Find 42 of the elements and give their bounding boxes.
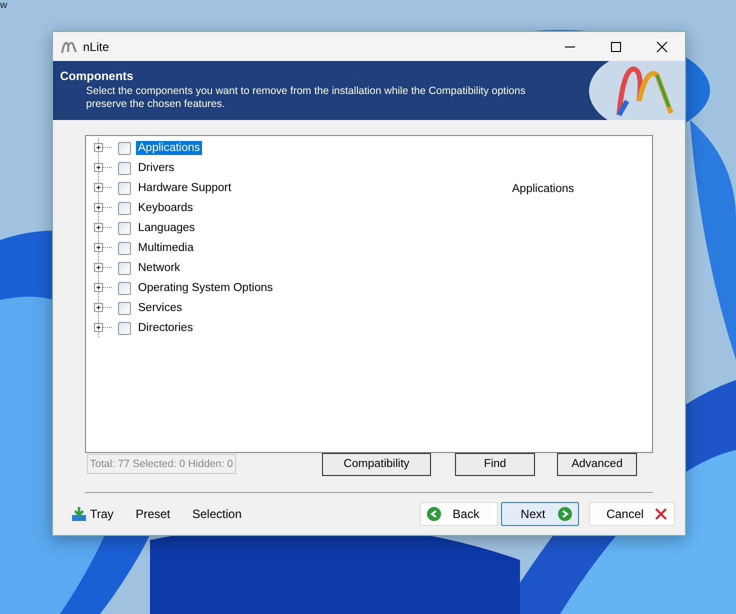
footer-link[interactable]: Selection — [192, 507, 242, 521]
checkbox[interactable] — [118, 322, 131, 334]
arrow-circle-icon — [558, 507, 572, 521]
tree-item[interactable]: Hardware Support — [136, 181, 234, 195]
status-text: Total: 77 Selected: 0 Hidden: 0 — [87, 454, 236, 474]
checkbox[interactable] — [118, 242, 131, 254]
advanced-button[interactable]: Advanced — [557, 452, 638, 476]
tree-item[interactable]: Services — [136, 301, 184, 315]
footer-link[interactable]: Preset — [136, 507, 170, 521]
tree-item[interactable]: Languages — [136, 221, 197, 235]
nav-button[interactable]: Back — [420, 502, 498, 526]
checkbox[interactable] — [118, 182, 131, 194]
checkbox[interactable] — [118, 262, 131, 274]
header-title: Components — [60, 69, 134, 83]
tray-icon — [71, 506, 87, 522]
window-title: nLite — [83, 40, 110, 54]
checkbox[interactable] — [118, 282, 131, 294]
arrow-circle-icon — [427, 507, 441, 521]
checkbox[interactable] — [118, 302, 131, 314]
close-icon — [656, 40, 668, 52]
checkbox[interactable] — [118, 202, 131, 214]
tree-item[interactable]: Multimedia — [136, 241, 196, 255]
tree-item[interactable]: Directories — [136, 321, 195, 335]
header-description: Select the components you want to remove from the installation while the Compatibility options preserve the chosen features. — [85, 85, 526, 111]
nav-button[interactable]: Next — [501, 502, 579, 526]
tree-item[interactable]: Applications — [136, 141, 202, 155]
detail-label: Applications — [512, 183, 574, 197]
find-button[interactable]: Find — [455, 452, 536, 476]
tree-item[interactable]: Network — [136, 261, 182, 275]
close-icon — [654, 507, 668, 521]
maximize-icon — [610, 40, 622, 52]
tree-item[interactable]: Drivers — [136, 161, 176, 175]
app-logo-icon — [61, 40, 77, 54]
checkbox[interactable] — [118, 162, 131, 174]
desktop-label: w — [0, 0, 8, 12]
compatibility-button[interactable]: Compatibility — [322, 452, 432, 476]
checkbox[interactable] — [118, 142, 131, 154]
tree-item[interactable]: Operating System Options — [136, 281, 275, 295]
checkbox[interactable] — [118, 222, 131, 234]
tree-item[interactable]: Keyboards — [136, 201, 195, 215]
footer-link[interactable]: Tray — [71, 506, 114, 522]
nav-button[interactable]: Cancel — [589, 502, 675, 526]
